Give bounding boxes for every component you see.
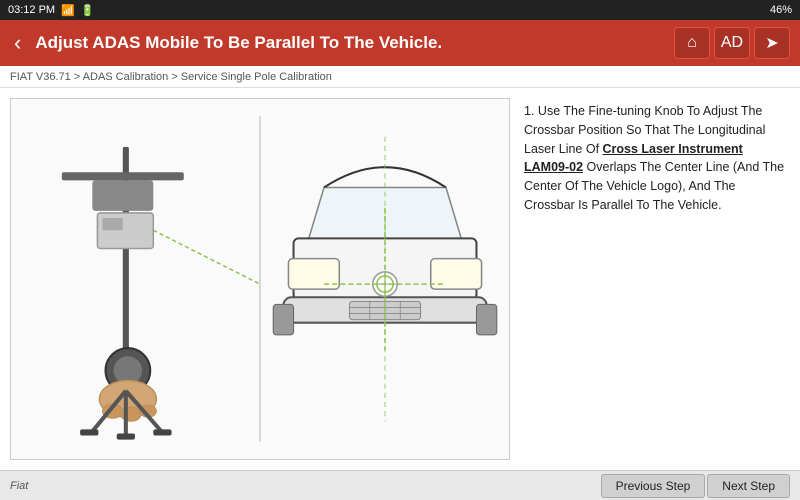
brand-label: Fiat (10, 480, 28, 492)
wifi-icon: 📶 (61, 4, 75, 17)
breadcrumb: FIAT V36.71 > ADAS Calibration > Service… (0, 66, 800, 88)
illustration-area (10, 98, 510, 460)
status-right: 46% (770, 4, 792, 16)
adas-button[interactable]: AD (714, 27, 750, 59)
home-icon: ⌂ (687, 34, 697, 52)
navigation-buttons: Previous Step Next Step (601, 474, 790, 498)
page-title: Adjust ADAS Mobile To Be Parallel To The… (35, 33, 664, 53)
next-step-button[interactable]: Next Step (707, 474, 790, 498)
status-bar: 03:12 PM 📶 🔋 46% (0, 0, 800, 20)
instruction-paragraph: 1. Use The Fine-tuning Knob To Adjust Th… (524, 102, 786, 215)
forward-icon: ➤ (765, 33, 778, 53)
calibration-illustration (11, 99, 509, 459)
breadcrumb-text: FIAT V36.71 > ADAS Calibration > Service… (10, 71, 332, 83)
home-button[interactable]: ⌂ (674, 27, 710, 59)
battery-percent: 46% (770, 4, 792, 16)
footer-bar: Fiat Previous Step Next Step (0, 470, 800, 500)
status-left: 03:12 PM 📶 🔋 (8, 4, 95, 17)
header-icon-group: ⌂ AD ➤ (674, 27, 790, 59)
time-display: 03:12 PM (8, 4, 55, 16)
instruction-text-area: 1. Use The Fine-tuning Knob To Adjust Th… (520, 98, 790, 460)
back-button[interactable]: ‹ (10, 26, 25, 60)
previous-step-button[interactable]: Previous Step (601, 474, 706, 498)
header-bar: ‹ Adjust ADAS Mobile To Be Parallel To T… (0, 20, 800, 66)
main-content: 1. Use The Fine-tuning Knob To Adjust Th… (0, 88, 800, 470)
battery-icon-small: 🔋 (81, 4, 95, 17)
instruction-number: 1. (524, 104, 534, 118)
forward-button[interactable]: ➤ (754, 27, 790, 59)
adas-icon: AD (721, 34, 743, 52)
